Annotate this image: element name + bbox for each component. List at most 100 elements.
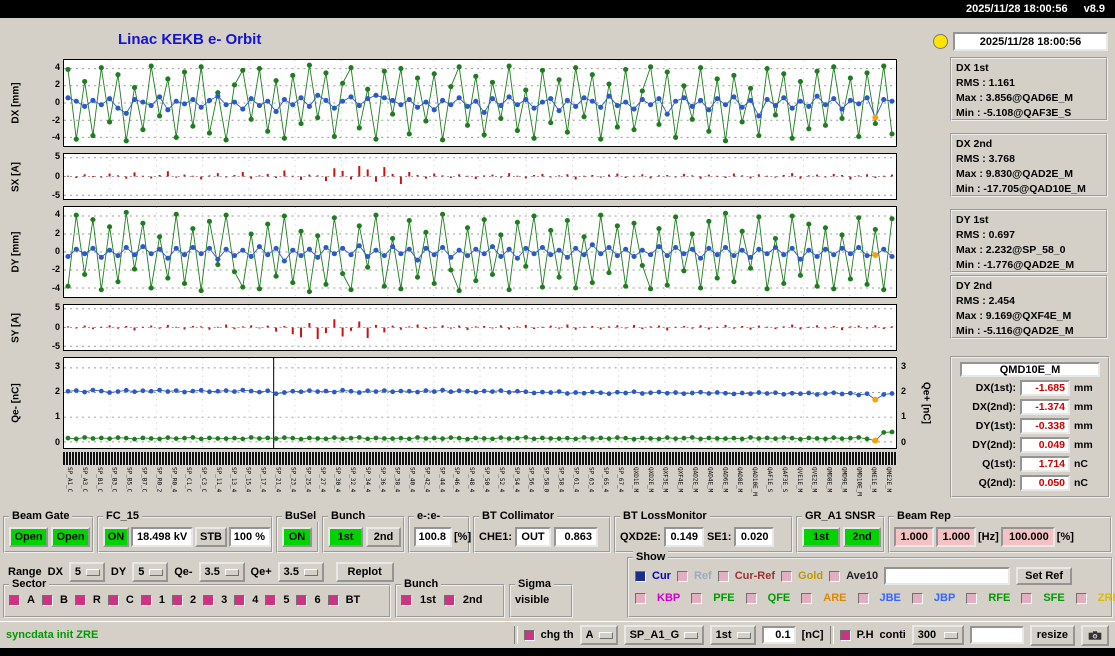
bar xyxy=(583,327,585,328)
gr-a1-2nd-button[interactable]: 2nd xyxy=(843,527,881,547)
bar xyxy=(575,177,577,180)
sector-4-checkbox[interactable] xyxy=(234,595,245,606)
chg-th-label[interactable]: chg th xyxy=(541,629,574,641)
ph-checkbox[interactable] xyxy=(840,630,851,641)
bunch-1st-button[interactable]: 1st xyxy=(328,527,363,547)
set-ref-input[interactable] xyxy=(884,567,1010,585)
sector-r-label[interactable]: R xyxy=(93,594,101,606)
resize-button[interactable]: resize xyxy=(1030,625,1075,646)
show-rfe-label[interactable]: RFE xyxy=(988,592,1010,604)
sector-c-label[interactable]: C xyxy=(126,594,134,606)
sector-r-checkbox[interactable] xyxy=(75,595,86,606)
range-qem-select[interactable]: 3.5 xyxy=(199,562,245,582)
show-ref-checkbox[interactable] xyxy=(677,571,688,582)
sector-2-checkbox[interactable] xyxy=(172,595,183,606)
bpm-select[interactable]: SP_A1_G xyxy=(624,625,704,645)
unit-select[interactable]: A xyxy=(580,625,618,645)
show-sfe-label[interactable]: SFE xyxy=(1043,592,1064,604)
chg-th-checkbox[interactable] xyxy=(524,630,535,641)
show-cur-checkbox[interactable] xyxy=(635,571,646,582)
data-point xyxy=(856,245,861,250)
beam-gate-open2-button[interactable]: Open xyxy=(51,527,90,547)
bunch-sel-2nd-label[interactable]: 2nd xyxy=(463,594,483,606)
show-cur-ref-label[interactable]: Cur-Ref xyxy=(735,570,775,582)
bunch-th-select[interactable]: 1st xyxy=(710,625,756,645)
sector-b-checkbox[interactable] xyxy=(42,595,53,606)
show-sfe-checkbox[interactable] xyxy=(1021,593,1032,604)
sector-6-checkbox[interactable] xyxy=(296,595,307,606)
bt-collimator-title: BT Collimator xyxy=(479,510,557,522)
bunch-sel-1st-checkbox[interactable] xyxy=(401,595,412,606)
data-point xyxy=(115,72,120,77)
bunch-2nd-button[interactable]: 2nd xyxy=(366,527,401,547)
sector-6-label[interactable]: 6 xyxy=(314,594,320,606)
fc15-stb-button[interactable]: STB xyxy=(195,527,227,547)
statusbar-input[interactable] xyxy=(970,626,1024,644)
sector-3-label[interactable]: 3 xyxy=(221,594,227,606)
bt-lossmonitor-frame: BT LossMonitor QXD2E: 0.149 SE1: 0.020 xyxy=(614,516,793,553)
sector-bt-label[interactable]: BT xyxy=(346,594,361,606)
sector-2-label[interactable]: 2 xyxy=(190,594,196,606)
sector-1-checkbox[interactable] xyxy=(141,595,152,606)
range-dx-select[interactable]: 5 xyxy=(69,562,105,582)
show-qfe-checkbox[interactable] xyxy=(746,593,757,604)
screenshot-button[interactable] xyxy=(1081,625,1109,646)
show-kbp-checkbox[interactable] xyxy=(635,593,646,604)
show-cur-label[interactable]: Cur xyxy=(652,570,671,582)
data-point xyxy=(773,436,778,441)
sigma-visible-label[interactable]: visible xyxy=(515,594,549,606)
sector-bt-checkbox[interactable] xyxy=(328,595,339,606)
show-jbp-label[interactable]: JBP xyxy=(934,592,955,604)
sector-5-checkbox[interactable] xyxy=(265,595,276,606)
beam-gate-open1-button[interactable]: Open xyxy=(9,527,48,547)
replot-button[interactable]: Replot xyxy=(336,562,394,582)
bpm-label: SP_13_4 xyxy=(230,467,236,492)
set-ref-button[interactable]: Set Ref xyxy=(1016,567,1072,585)
stat-line: RMS : 0.697 xyxy=(956,228,1102,243)
fc15-on-button[interactable]: ON xyxy=(103,527,129,547)
show-zre-checkbox[interactable] xyxy=(1076,593,1087,604)
sector-4-label[interactable]: 4 xyxy=(252,594,258,606)
threshold-input[interactable] xyxy=(762,626,796,644)
bunch-sel-1st-label[interactable]: 1st xyxy=(420,594,436,606)
busel-on-button[interactable]: ON xyxy=(282,527,312,547)
show-ave10-checkbox[interactable] xyxy=(829,571,840,582)
show-qfe-label[interactable]: QFE xyxy=(768,592,791,604)
data-point xyxy=(224,247,229,252)
data-point xyxy=(731,279,736,284)
range-qep-select[interactable]: 3.5 xyxy=(278,562,324,582)
sector-a-checkbox[interactable] xyxy=(9,595,20,606)
show-are-label[interactable]: ARE xyxy=(823,592,846,604)
sector-b-label[interactable]: B xyxy=(60,594,68,606)
bpm-detail-row: DX(2nd):-1.374mm xyxy=(956,399,1104,415)
points-select[interactable]: 300 xyxy=(912,625,964,645)
show-are-checkbox[interactable] xyxy=(801,593,812,604)
bar xyxy=(608,326,610,327)
sector-a-label[interactable]: A xyxy=(27,594,35,606)
show-gold-checkbox[interactable] xyxy=(781,571,792,582)
sector-1-label[interactable]: 1 xyxy=(159,594,165,606)
gr-a1-1st-button[interactable]: 1st xyxy=(802,527,840,547)
bunch-sel-2nd-checkbox[interactable] xyxy=(444,595,455,606)
data-point xyxy=(698,285,703,290)
show-pfe-label[interactable]: PFE xyxy=(713,592,734,604)
show-jbe-checkbox[interactable] xyxy=(858,593,869,604)
sector-5-label[interactable]: 5 xyxy=(283,594,289,606)
show-kbp-label[interactable]: KBP xyxy=(657,592,680,604)
show-cur-ref-checkbox[interactable] xyxy=(718,571,729,582)
show-pfe-checkbox[interactable] xyxy=(691,593,702,604)
sector-c-checkbox[interactable] xyxy=(108,595,119,606)
data-point xyxy=(149,389,154,394)
show-zre-label[interactable]: ZRE xyxy=(1098,592,1115,604)
range-dy-select[interactable]: 5 xyxy=(132,562,168,582)
show-ref-label[interactable]: Ref xyxy=(694,570,712,582)
show-jbe-label[interactable]: JBE xyxy=(880,592,901,604)
data-point xyxy=(207,436,212,441)
ph-label[interactable]: P.H xyxy=(857,629,874,641)
sector-3-checkbox[interactable] xyxy=(203,595,214,606)
show-jbp-checkbox[interactable] xyxy=(912,593,923,604)
show-gold-label[interactable]: Gold xyxy=(798,570,823,582)
show-ave10-label[interactable]: Ave10 xyxy=(846,570,878,582)
show-rfe-checkbox[interactable] xyxy=(966,593,977,604)
conti-label[interactable]: conti xyxy=(880,629,906,641)
